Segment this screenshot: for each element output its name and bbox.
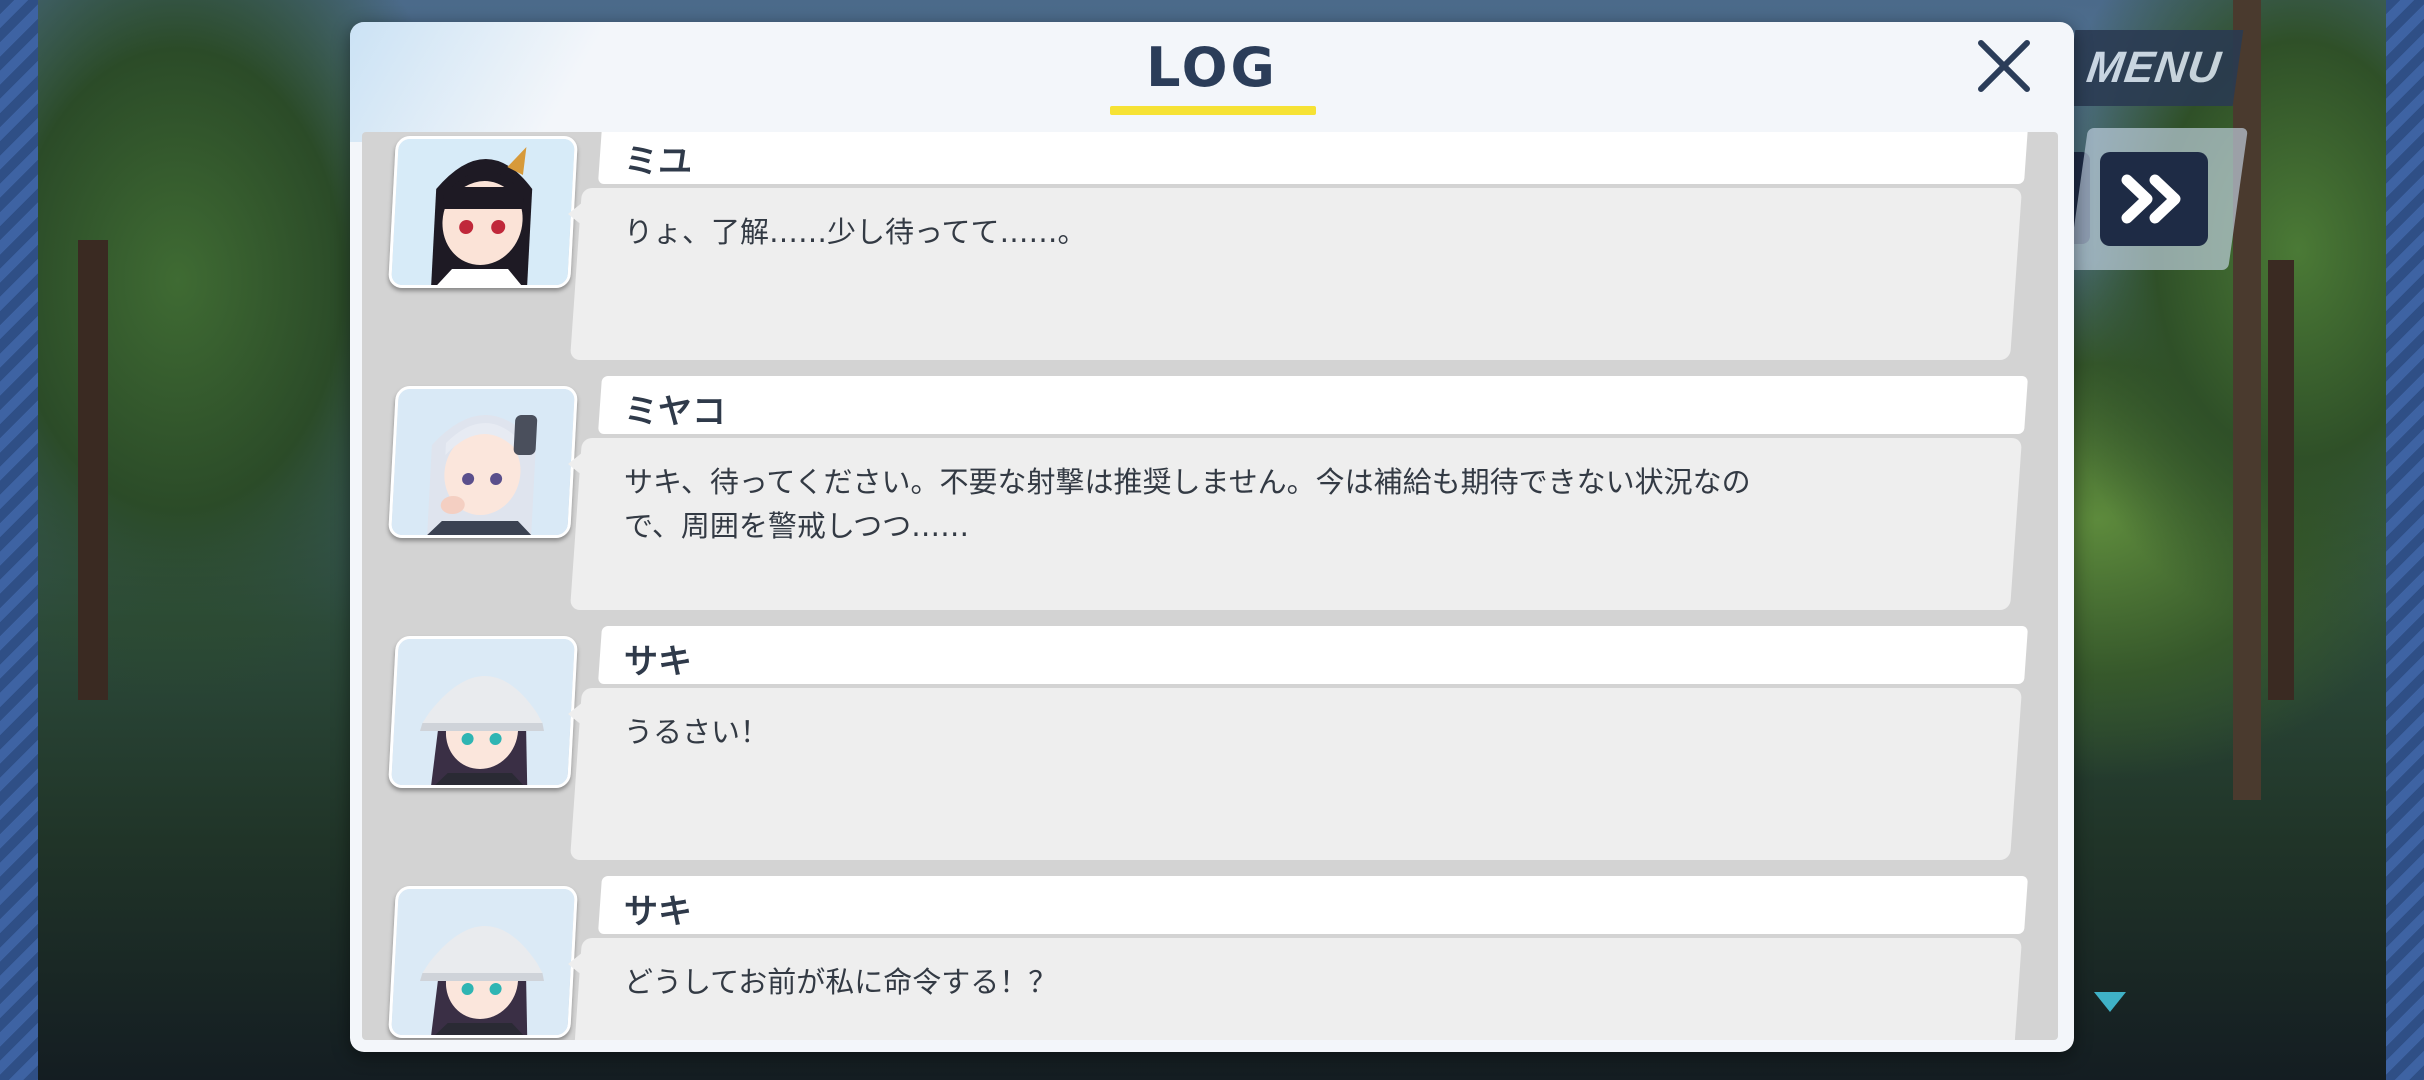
log-entry: ミヤコ サキ、待ってください。不要な射撃は推奨しません。今は補給も期待できない状… bbox=[362, 376, 2058, 610]
message-text: どうしてお前が私に命令する！？ bbox=[624, 965, 1058, 999]
miyako-portrait-icon bbox=[388, 386, 578, 538]
speaker-name: サキ bbox=[624, 642, 692, 682]
log-entry: ミユ りょ、了解……少し待ってて……。 bbox=[362, 132, 2058, 362]
tree-trunk bbox=[78, 240, 108, 700]
log-list[interactable]: ミユ りょ、了解……少し待ってて……。 ミヤコ サキ、待ってください。不要な射撃… bbox=[362, 132, 2058, 1040]
speaker-tab bbox=[597, 626, 2029, 684]
lamp-post bbox=[2233, 0, 2261, 800]
speaker-name: ミヤコ bbox=[624, 392, 726, 432]
log-entry: サキ どうしてお前が私に命令する！？ bbox=[362, 876, 2058, 1040]
title-underline bbox=[1110, 106, 1316, 115]
menu-button[interactable]: MENU bbox=[2064, 30, 2244, 106]
speaker-tab bbox=[597, 132, 2029, 184]
miyu-portrait-icon bbox=[388, 136, 578, 288]
log-header: LOG bbox=[350, 22, 2074, 118]
log-entry: サキ うるさい！ bbox=[362, 626, 2058, 860]
menu-label: MENU bbox=[2083, 43, 2225, 92]
tree-trunk bbox=[2268, 260, 2294, 700]
log-panel: LOG ミユ りょ、了解……少し待ってて……。 ミヤコ サキ、待ってください。不… bbox=[350, 22, 2074, 1052]
scroll-down-indicator bbox=[2094, 992, 2126, 1012]
close-button[interactable] bbox=[1972, 34, 2036, 98]
log-title: LOG bbox=[1146, 36, 1278, 99]
message-text: うるさい！ bbox=[624, 715, 770, 749]
saki-portrait-icon bbox=[388, 636, 578, 788]
message-text: サキ、待ってください。不要な射撃は推奨しません。今は補給も期待できない状況なので… bbox=[624, 465, 1751, 543]
message-text: りょ、了解……少し待ってて……。 bbox=[624, 215, 1087, 249]
fast-forward-button[interactable] bbox=[2100, 152, 2208, 246]
left-border-stripe bbox=[0, 0, 38, 1080]
speaker-name: サキ bbox=[624, 892, 692, 932]
fast-forward-icon bbox=[2121, 174, 2181, 224]
right-border-stripe bbox=[2386, 0, 2424, 1080]
close-icon bbox=[1978, 40, 2030, 92]
speaker-tab bbox=[597, 876, 2029, 934]
saki-portrait-icon bbox=[388, 886, 578, 1038]
speaker-name: ミユ bbox=[624, 142, 692, 182]
speaker-tab bbox=[597, 376, 2029, 434]
